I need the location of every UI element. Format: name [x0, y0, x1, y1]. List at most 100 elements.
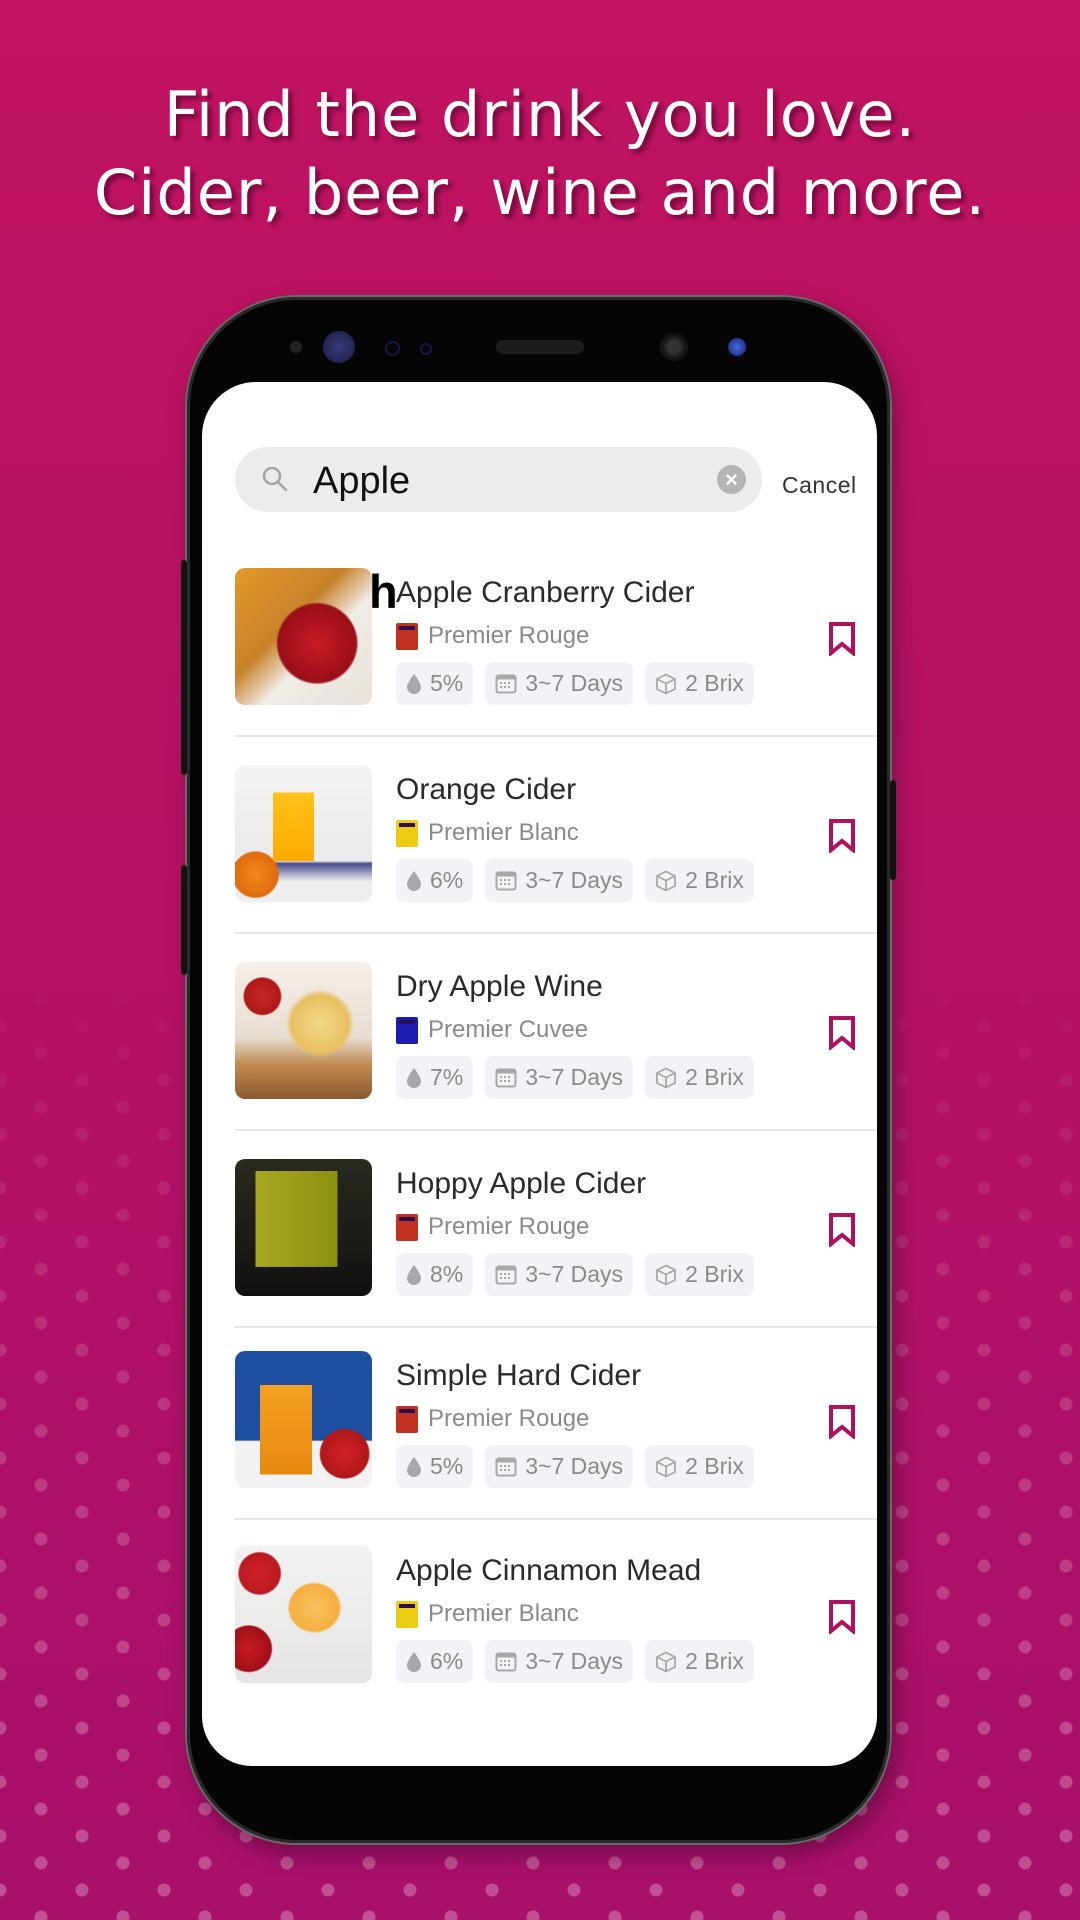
search-icon [262, 466, 288, 492]
clear-circle-icon[interactable]: × [717, 465, 746, 494]
drink-stats: 6% 3~7 Days 2 Brix [396, 1640, 754, 1683]
cube-icon [656, 1264, 676, 1285]
app-screen: Apple × Cancel Search Apple Cranberry Ci… [202, 382, 877, 1766]
drink-thumbnail [235, 568, 372, 705]
drink-name: Hoppy Apple Cider [396, 1167, 647, 1200]
phone-iris-scanner [323, 331, 355, 363]
calendar-icon [495, 871, 517, 890]
drink-name: Dry Apple Wine [396, 970, 603, 1003]
bookmark-icon[interactable] [828, 1600, 856, 1634]
brand: Premier Blanc [396, 819, 579, 847]
headline: Find the drink you love. Cider, beer, wi… [0, 76, 1080, 232]
drink-stats: 7% 3~7 Days 2 Brix [396, 1056, 754, 1099]
brand: Premier Rouge [396, 1213, 589, 1241]
brix-value: 2 Brix [685, 867, 744, 893]
phone-speaker [496, 340, 584, 354]
search-value[interactable]: Apple [313, 460, 410, 503]
brix-chip: 2 Brix [645, 859, 754, 902]
result-list-item[interactable]: Simple Hard Cider Premier Rouge 5% 3~7 D… [235, 1351, 877, 1548]
bookmark-icon[interactable] [828, 1213, 856, 1247]
drink-thumbnail [235, 962, 372, 1099]
drop-icon [407, 673, 421, 694]
divider [235, 735, 877, 737]
brix-chip: 2 Brix [645, 1445, 754, 1488]
headline-line-2: Cider, beer, wine and more. [93, 156, 987, 229]
drink-stats: 8% 3~7 Days 2 Brix [396, 1253, 754, 1296]
abv-value: 5% [430, 1453, 464, 1479]
abv-value: 6% [430, 867, 464, 893]
abv-chip: 5% [396, 662, 474, 705]
phone-front-camera [728, 338, 746, 356]
brand-kit-icon [396, 1213, 418, 1241]
cube-icon [656, 1456, 676, 1477]
abv-chip: 5% [396, 1445, 474, 1488]
abv-chip: 6% [396, 1640, 474, 1683]
drop-icon [407, 1456, 421, 1477]
drink-name: Orange Cider [396, 773, 577, 806]
drop-icon [407, 1264, 421, 1285]
calendar-icon [495, 1457, 517, 1476]
drink-stats: 6% 3~7 Days 2 Brix [396, 859, 754, 902]
duration-chip: 3~7 Days [485, 1056, 634, 1099]
brand-kit-icon [396, 819, 418, 847]
phone-sensor [385, 341, 400, 356]
brand: Premier Blanc [396, 1600, 579, 1628]
brand-kit-icon [396, 622, 418, 650]
brand-kit-icon [396, 1405, 418, 1433]
brix-value: 2 Brix [685, 670, 744, 696]
bookmark-icon[interactable] [828, 1405, 856, 1439]
headline-line-1: Find the drink you love. [163, 78, 917, 151]
drink-thumbnail [235, 765, 372, 902]
drink-stats: 5% 3~7 Days 2 Brix [396, 662, 754, 705]
result-list-item[interactable]: Apple Cranberry Cider Premier Rouge 5% 3… [235, 568, 877, 765]
brix-chip: 2 Brix [645, 662, 754, 705]
abv-chip: 6% [396, 859, 474, 902]
brand: Premier Rouge [396, 1405, 589, 1433]
bookmark-icon[interactable] [828, 622, 856, 656]
drop-icon [407, 1067, 421, 1088]
brix-chip: 2 Brix [645, 1056, 754, 1099]
drink-thumbnail [235, 1351, 372, 1488]
cancel-button[interactable]: Cancel [782, 472, 857, 499]
cube-icon [656, 1067, 676, 1088]
result-list-item[interactable]: Dry Apple Wine Premier Cuvee 7% 3~7 Days… [235, 962, 877, 1159]
brix-value: 2 Brix [685, 1261, 744, 1287]
divider [235, 1129, 877, 1131]
divider [235, 1518, 877, 1520]
brand-name: Premier Blanc [428, 1600, 579, 1627]
calendar-icon [495, 1265, 517, 1284]
phone-side-button [181, 560, 187, 775]
duration-value: 3~7 Days [525, 1648, 624, 1674]
drink-thumbnail [235, 1546, 372, 1683]
calendar-icon [495, 674, 517, 693]
duration-value: 3~7 Days [525, 1453, 624, 1479]
duration-value: 3~7 Days [525, 1261, 624, 1287]
bookmark-icon[interactable] [828, 1016, 856, 1050]
duration-chip: 3~7 Days [485, 859, 634, 902]
duration-value: 3~7 Days [525, 867, 624, 893]
phone-sensor [290, 341, 302, 353]
phone-sensor [420, 343, 432, 355]
abv-chip: 8% [396, 1253, 474, 1296]
calendar-icon [495, 1068, 517, 1087]
brand-name: Premier Rouge [428, 622, 590, 649]
brand-name: Premier Blanc [428, 819, 579, 846]
bookmark-icon[interactable] [828, 819, 856, 853]
cube-icon [656, 673, 676, 694]
drink-name: Simple Hard Cider [396, 1359, 642, 1392]
cube-icon [656, 1651, 676, 1672]
brix-chip: 2 Brix [645, 1253, 754, 1296]
result-list-item[interactable]: Hoppy Apple Cider Premier Rouge 8% 3~7 D… [235, 1159, 877, 1356]
brix-value: 2 Brix [685, 1648, 744, 1674]
result-list-item[interactable]: Orange Cider Premier Blanc 6% 3~7 Days 2… [235, 765, 877, 962]
result-list-item[interactable]: Apple Cinnamon Mead Premier Blanc 6% 3~7… [235, 1546, 877, 1743]
search-input[interactable]: Apple × [235, 447, 762, 512]
phone-camera [660, 333, 688, 361]
brix-chip: 2 Brix [645, 1640, 754, 1683]
abv-value: 7% [430, 1064, 464, 1090]
drop-icon [407, 1651, 421, 1672]
calendar-icon [495, 1652, 517, 1671]
drink-name: Apple Cinnamon Mead [396, 1554, 702, 1587]
duration-chip: 3~7 Days [485, 1640, 634, 1683]
abv-value: 8% [430, 1261, 464, 1287]
